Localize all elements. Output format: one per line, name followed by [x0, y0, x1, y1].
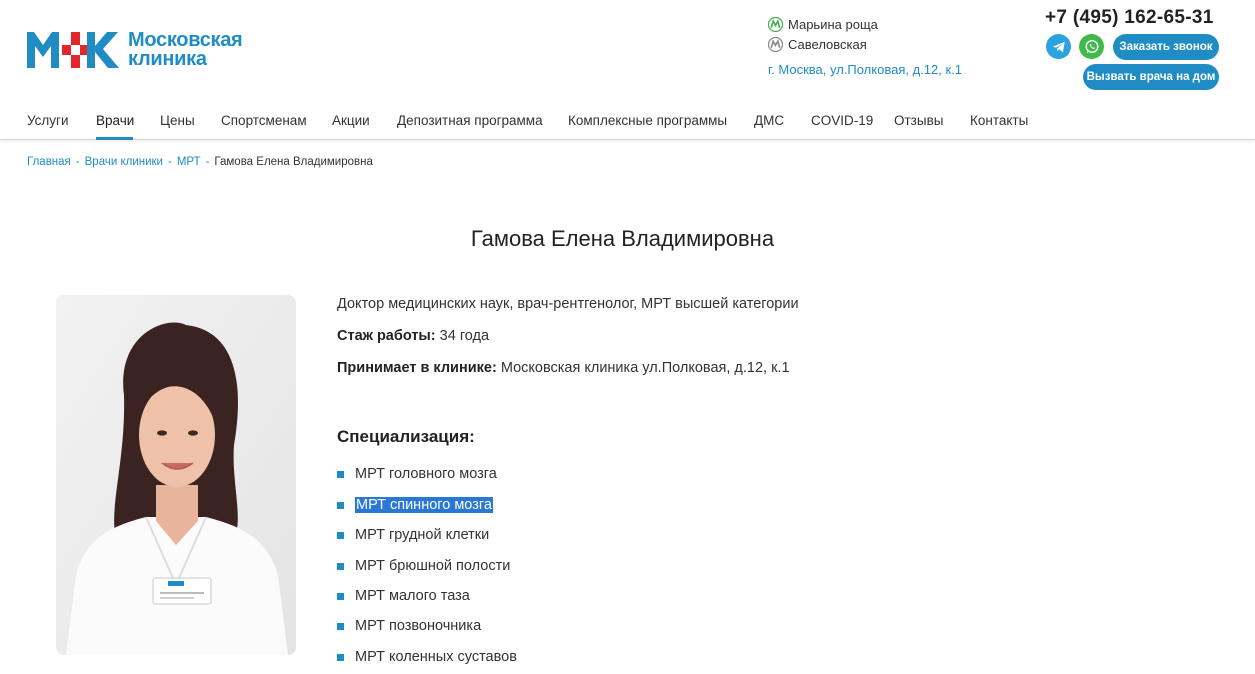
metro-icon	[768, 37, 783, 52]
clinic-logo[interactable]: Московская клиника	[27, 30, 262, 70]
nav-item-athletes[interactable]: Спортсменам	[221, 113, 307, 128]
nav-item-doctors[interactable]: Врачи	[96, 113, 134, 128]
breadcrumb-separator: -	[167, 156, 172, 168]
metro-icon	[768, 17, 783, 32]
metro-station-2: Савеловская	[768, 37, 867, 52]
breadcrumb-link-doctors[interactable]: Врачи клиники	[85, 156, 163, 168]
breadcrumb-current: Гамова Елена Владимировна	[214, 156, 373, 168]
clinic-address[interactable]: г. Москва, ул.Полковая, д.12, к.1	[768, 62, 962, 77]
nav-item-dms[interactable]: ДМС	[754, 113, 784, 128]
clinic-label: Принимает в клинике:	[337, 360, 497, 376]
telegram-icon[interactable]	[1046, 34, 1071, 59]
metro-station-name: Савеловская	[788, 37, 867, 52]
nav-item-contacts[interactable]: Контакты	[970, 113, 1028, 128]
experience-label: Стаж работы:	[337, 328, 436, 344]
breadcrumb-separator: -	[75, 156, 80, 168]
list-item: МРТ спинного мозга	[337, 497, 493, 513]
list-item: МРТ позвоночника	[337, 618, 481, 634]
nav-item-prices[interactable]: Цены	[160, 113, 195, 128]
order-call-button[interactable]: Заказать звонок	[1113, 34, 1219, 60]
phone-number[interactable]: +7 (495) 162-65-31	[1045, 7, 1214, 29]
bullet-square-icon	[337, 592, 344, 600]
experience-value: 34 года	[439, 328, 490, 344]
bullet-square-icon	[337, 531, 344, 539]
bullet-square-icon	[337, 470, 344, 478]
logo-mark-icon	[27, 32, 119, 68]
specialization-item-text: МРТ коленных суставов	[355, 649, 517, 665]
breadcrumb-link-home[interactable]: Главная	[27, 156, 71, 168]
breadcrumb: Главная - Врачи клиники - МРТ - Гамова Елена В…	[27, 156, 373, 168]
specialization-item-text: МРТ малого таза	[355, 588, 470, 604]
specialization-title: Специализация:	[337, 427, 475, 446]
page-title: Гамова Елена Владимировна	[470, 226, 775, 251]
clinic-value: Московская клиника ул.Полковая, д.12, к.…	[500, 360, 790, 376]
bullet-square-icon	[337, 622, 344, 630]
specialization-item-text: МРТ брюшной полости	[355, 558, 511, 574]
list-item: МРТ коленных суставов	[337, 649, 517, 665]
nav-item-complex-programs[interactable]: Комплексные программы	[568, 113, 727, 128]
nav-item-reviews[interactable]: Отзывы	[894, 113, 943, 128]
doctor-photo	[56, 295, 296, 655]
home-doctor-button[interactable]: Вызвать врача на дом	[1083, 64, 1219, 90]
bullet-square-icon	[337, 653, 344, 661]
specialization-item-text-selected: МРТ спинного мозга	[355, 497, 493, 513]
metro-station-1: Марьина роща	[768, 17, 878, 32]
nav-item-covid[interactable]: COVID-19	[811, 113, 873, 128]
specialization-item-text: МРТ головного мозга	[355, 466, 497, 482]
list-item: МРТ малого таза	[337, 588, 470, 604]
doctor-experience: Стаж работы: 34 года	[337, 328, 489, 344]
logo-text-line2: клиника	[128, 48, 207, 70]
specialization-item-text: МРТ позвоночника	[355, 618, 482, 634]
specialization-item-text: МРТ грудной клетки	[355, 527, 490, 543]
bullet-square-icon	[337, 501, 344, 509]
main-nav: Услуги Врачи Цены Спортсменам Акции Депо…	[0, 100, 1255, 140]
nav-active-indicator	[96, 137, 133, 140]
breadcrumb-link-mri[interactable]: МРТ	[177, 156, 201, 168]
metro-station-name: Марьина роща	[788, 17, 878, 32]
doctor-title: Доктор медицинских наук, врач-рентгеноло…	[337, 296, 799, 312]
nav-item-deposit-program[interactable]: Депозитная программа	[397, 113, 543, 128]
list-item: МРТ грудной клетки	[337, 527, 489, 543]
list-item: МРТ головного мозга	[337, 466, 497, 482]
nav-item-promotions[interactable]: Акции	[332, 113, 370, 128]
bullet-square-icon	[337, 562, 344, 570]
whatsapp-icon[interactable]	[1079, 34, 1104, 59]
breadcrumb-separator: -	[205, 156, 210, 168]
list-item: МРТ брюшной полости	[337, 558, 510, 574]
nav-item-services[interactable]: Услуги	[27, 113, 69, 128]
doctor-clinic: Принимает в клинике: Московская клиника …	[337, 360, 790, 376]
